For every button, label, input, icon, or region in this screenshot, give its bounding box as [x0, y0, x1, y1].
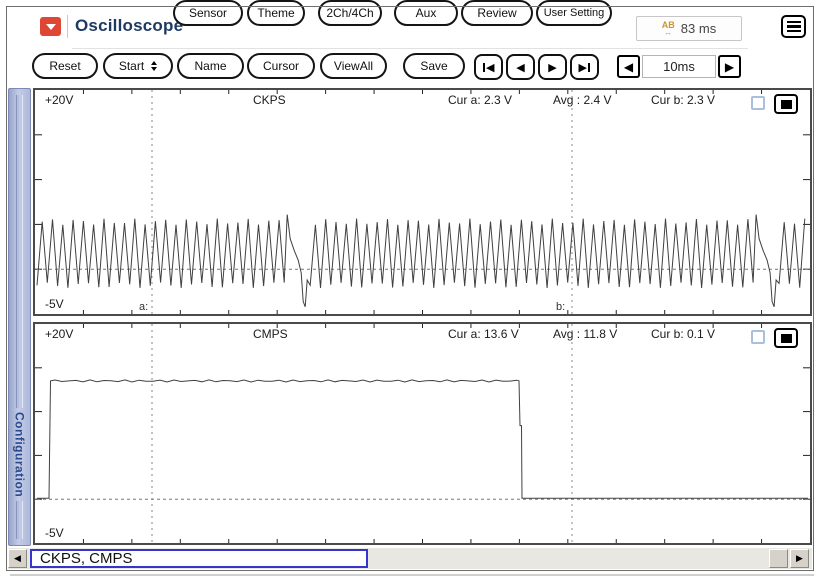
review-button[interactable]: Review [461, 0, 533, 26]
cursor-b-label: b: [556, 301, 565, 313]
next-frame-button[interactable]: ▶ [538, 54, 567, 80]
channel-mode-button[interactable]: 2Ch/4Ch [318, 0, 382, 26]
oscilloscope-app: Oscilloscope Sensor Theme 2Ch/4Ch Aux Re… [0, 0, 821, 588]
scroll-right-button[interactable]: ▶ [790, 549, 809, 568]
channel-2-checkbox[interactable] [751, 330, 765, 344]
app-title: Oscilloscope [75, 16, 183, 36]
next-icon: ▶ [579, 61, 587, 74]
next-icon: ▶ [548, 61, 556, 74]
next-icon: ▶ [796, 553, 803, 564]
channel-2-panel: +20V CMPS Cur a: 13.6 V Avg : 11.8 V Cur… [33, 322, 812, 545]
timebase-increase-button[interactable]: ▶ [718, 55, 741, 78]
skip-last-button[interactable]: ▶ [570, 54, 599, 80]
channel-1-name-label: CKPS [253, 93, 286, 107]
cursor-button[interactable]: Cursor [247, 53, 315, 79]
channel-1-panel: +20V CKPS Cur a: 2.3 V Avg : 2.4 V Cur b… [33, 88, 812, 316]
channel-2-select-button[interactable] [774, 328, 798, 348]
prev-icon: ◀ [516, 61, 524, 74]
channel-2-cursor-b-value: Cur b: 0.1 V [651, 327, 715, 341]
skip-first-button[interactable]: ◀ [474, 54, 503, 80]
channel-1-cursor-a-value: Cur a: 2.3 V [448, 93, 512, 107]
channel-names-label: CKPS, CMPS [30, 549, 368, 568]
theme-button[interactable]: Theme [247, 0, 305, 26]
window-shadow [10, 574, 814, 576]
viewall-button[interactable]: ViewAll [320, 53, 387, 79]
channel-1-cursor-b-value: Cur b: 2.3 V [651, 93, 715, 107]
cursor-time-display: AB ↔ 83 ms [636, 16, 742, 41]
bar-icon [588, 63, 591, 72]
timebase-decrease-button[interactable]: ◀ [617, 55, 640, 78]
cursor-a-label: a: [139, 301, 148, 313]
horizontal-scrollbar[interactable]: ◀ CKPS, CMPS ▶ [8, 548, 812, 569]
prev-icon: ◀ [14, 553, 21, 564]
channel-1-select-button[interactable] [774, 94, 798, 114]
channel-2-avg-value: Avg : 11.8 V [553, 327, 617, 341]
ab-cursors-icon: AB ↔ [662, 22, 675, 36]
prev-frame-button[interactable]: ◀ [506, 54, 535, 80]
channel-1-vmin-label: -5V [45, 297, 64, 311]
scrollbar-thumb[interactable] [769, 549, 788, 568]
prev-icon: ◀ [624, 60, 633, 74]
channel-2-waveform [35, 324, 810, 543]
groove-decoration [16, 95, 23, 408]
filled-square-icon [781, 100, 792, 109]
list-menu-button[interactable] [781, 15, 806, 38]
timebase-value[interactable]: 10ms [642, 55, 716, 78]
save-button[interactable]: Save [403, 53, 465, 79]
channel-1-vmax-label: +20V [45, 93, 73, 107]
channel-2-name-label: CMPS [253, 327, 288, 341]
scroll-left-button[interactable]: ◀ [8, 549, 27, 568]
app-menu-button[interactable] [40, 17, 61, 36]
channel-1-avg-value: Avg : 2.4 V [553, 93, 611, 107]
channel-2-vmax-label: +20V [45, 327, 73, 341]
prev-icon: ◀ [486, 61, 494, 74]
cursor-time-value: 83 ms [681, 21, 716, 36]
toolbar-separator [72, 48, 748, 49]
user-setting-button[interactable]: User Setting [536, 0, 612, 26]
name-button[interactable]: Name [177, 53, 244, 79]
sensor-button[interactable]: Sensor [173, 0, 243, 26]
start-spinner-icon [151, 61, 157, 71]
filled-square-icon [781, 334, 792, 343]
next-icon: ▶ [725, 60, 734, 74]
channel-2-vmin-label: -5V [45, 526, 64, 540]
channel-1-waveform [35, 90, 810, 314]
start-button[interactable]: Start [103, 53, 173, 79]
chevron-down-icon [46, 24, 56, 30]
configuration-panel-tab[interactable]: Configuration [8, 88, 31, 546]
groove-decoration [16, 501, 23, 539]
channel-2-cursor-a-value: Cur a: 13.6 V [448, 327, 519, 341]
aux-button[interactable]: Aux [394, 0, 458, 26]
hamburger-icon [787, 21, 801, 24]
configuration-label: Configuration [13, 412, 27, 497]
bar-icon [483, 63, 486, 72]
channel-1-checkbox[interactable] [751, 96, 765, 110]
reset-button[interactable]: Reset [32, 53, 98, 79]
title-divider [67, 15, 68, 38]
